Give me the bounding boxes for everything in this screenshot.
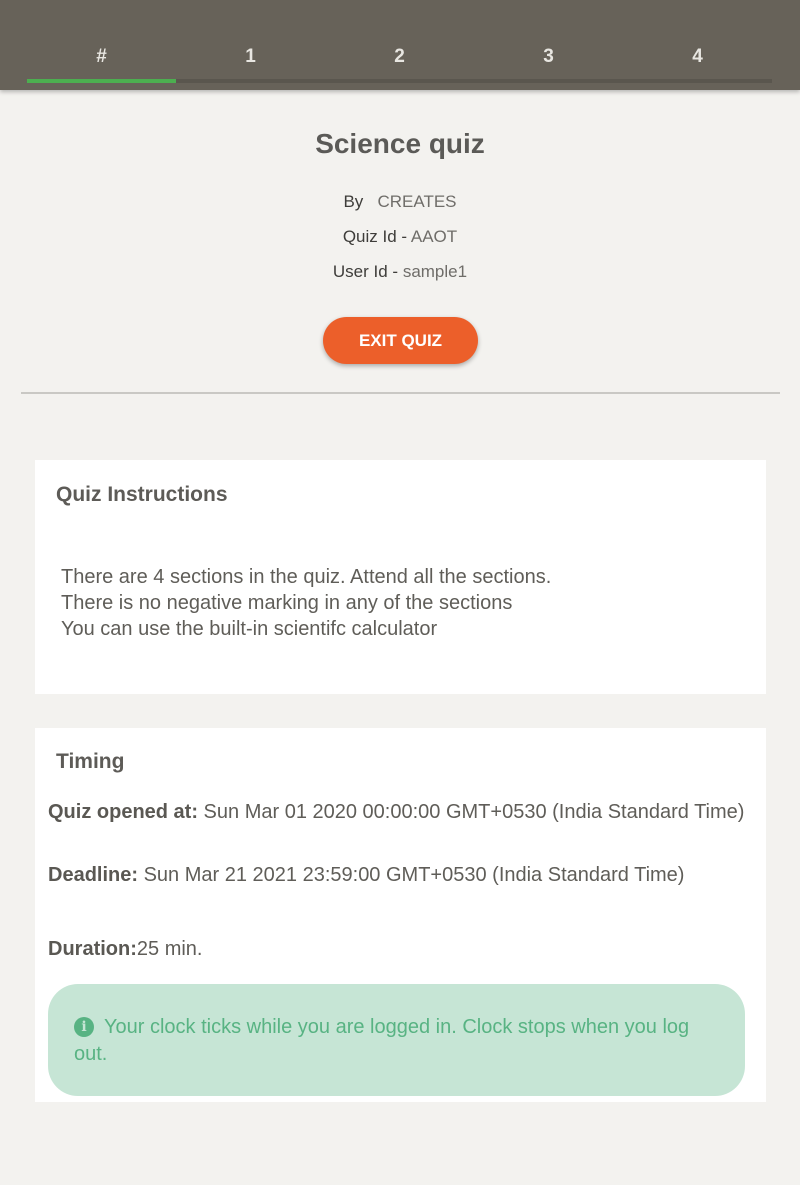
instructions-title: Quiz Instructions	[56, 483, 228, 506]
opened-at-label: Quiz opened at:	[48, 801, 198, 823]
tab-bar: # 1 2 3 4	[0, 0, 800, 90]
quiz-id-label: Quiz Id -	[342, 227, 411, 246]
info-icon: i	[74, 1017, 94, 1037]
tab-list: # 1 2 3 4	[27, 0, 772, 90]
tab-overview[interactable]: #	[27, 0, 176, 90]
duration-value: 25 min.	[136, 938, 203, 960]
instructions-card: Quiz Instructions There are 4 sections i…	[35, 460, 766, 694]
user-id-label: User Id -	[332, 262, 403, 281]
deadline-value: Sun Mar 21 2021 23:59:00 GMT+0530 (India…	[138, 864, 685, 886]
author-value: CREATES	[377, 192, 457, 211]
duration-label: Duration:	[48, 938, 137, 960]
quiz-title: Science quiz	[315, 128, 485, 159]
instruction-line: You can use the built-in scientifc calcu…	[61, 618, 438, 640]
tab-section-4[interactable]: 4	[623, 0, 772, 90]
deadline-label: Deadline:	[48, 864, 139, 886]
author-label: By	[343, 192, 364, 211]
tab-section-3[interactable]: 3	[474, 0, 623, 90]
active-tab-indicator	[27, 79, 176, 83]
clock-info-alert: i Your clock ticks while you are logged i…	[48, 984, 745, 1096]
alert-text: Your clock ticks while you are logged in…	[74, 1016, 690, 1065]
user-id-line: User Id - sample1	[0, 262, 800, 282]
timing-title: Timing	[56, 750, 125, 773]
user-id-value: sample1	[402, 262, 468, 281]
tab-section-2[interactable]: 2	[325, 0, 474, 90]
exit-quiz-button[interactable]: EXIT QUIZ	[323, 317, 478, 364]
author-line: By CREATES	[0, 192, 800, 212]
quiz-id-line: Quiz Id - AAOT	[0, 227, 800, 247]
instruction-line: There is no negative marking in any of t…	[61, 592, 513, 614]
quiz-id-value: AAOT	[410, 227, 458, 246]
duration-line: Duration:25 min.	[48, 936, 758, 962]
deadline-line: Deadline: Sun Mar 21 2021 23:59:00 GMT+0…	[48, 862, 758, 888]
tab-section-1[interactable]: 1	[176, 0, 325, 90]
timing-card: Timing Quiz opened at: Sun Mar 01 2020 0…	[35, 728, 766, 1102]
opened-at-value: Sun Mar 01 2020 00:00:00 GMT+0530 (India…	[198, 801, 745, 823]
instructions-text: There are 4 sections in the quiz. Attend…	[61, 564, 551, 642]
divider	[21, 392, 780, 394]
opened-at-line: Quiz opened at: Sun Mar 01 2020 00:00:00…	[48, 799, 758, 825]
instruction-line: There are 4 sections in the quiz. Attend…	[61, 566, 552, 588]
